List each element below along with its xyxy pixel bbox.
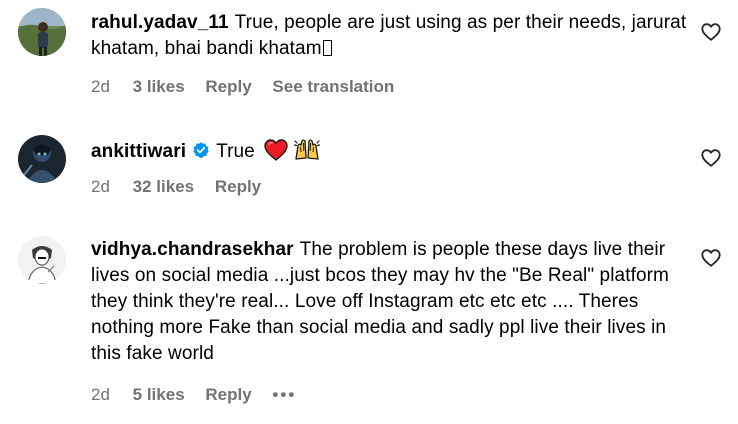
reply-button[interactable]: Reply xyxy=(205,77,251,96)
avatar[interactable] xyxy=(18,236,66,284)
see-translation-button[interactable]: See translation xyxy=(272,77,394,96)
heart-outline-icon[interactable] xyxy=(700,147,722,169)
more-options-icon[interactable]: ••• xyxy=(272,385,296,405)
comment-meta: 2d 32 likes Reply xyxy=(91,177,277,197)
heart-outline-icon[interactable] xyxy=(700,21,722,43)
comment-time[interactable]: 2d xyxy=(91,385,110,404)
comment-likes[interactable]: 32 likes xyxy=(133,177,194,196)
comment-text-block: ankittiwari True xyxy=(91,137,691,169)
avatar[interactable] xyxy=(18,8,66,56)
comment-meta: 2d 5 likes Reply ••• xyxy=(91,385,312,405)
avatar[interactable] xyxy=(18,135,66,183)
comment-likes[interactable]: 3 likes xyxy=(133,77,185,96)
comment-time[interactable]: 2d xyxy=(91,77,110,96)
comment-username[interactable]: rahul.yadav_11 xyxy=(91,12,229,33)
reply-button[interactable]: Reply xyxy=(215,177,261,196)
reply-button[interactable]: Reply xyxy=(205,385,251,404)
raising-hands-emoji xyxy=(293,137,320,169)
missing-glyph-box xyxy=(322,40,332,56)
comment-username[interactable]: ankittiwari xyxy=(91,141,186,162)
verified-badge-icon xyxy=(192,141,210,167)
comment-meta: 2d 3 likes Reply See translation xyxy=(91,77,410,97)
comment-username[interactable]: vidhya.chandrasekhar xyxy=(91,239,294,260)
comment-text-block: rahul.yadav_11 True, people are just usin… xyxy=(91,10,691,62)
comment-likes[interactable]: 5 likes xyxy=(133,385,185,404)
comment-text-block: vidhya.chandrasekhar The problem is peopl… xyxy=(91,237,691,367)
comment-time[interactable]: 2d xyxy=(91,177,110,196)
comment-body: True xyxy=(216,141,255,162)
heart-outline-icon[interactable] xyxy=(700,247,722,269)
comments-list: rahul.yadav_11 True, people are just usin… xyxy=(0,0,738,424)
red-heart-emoji xyxy=(264,139,288,169)
